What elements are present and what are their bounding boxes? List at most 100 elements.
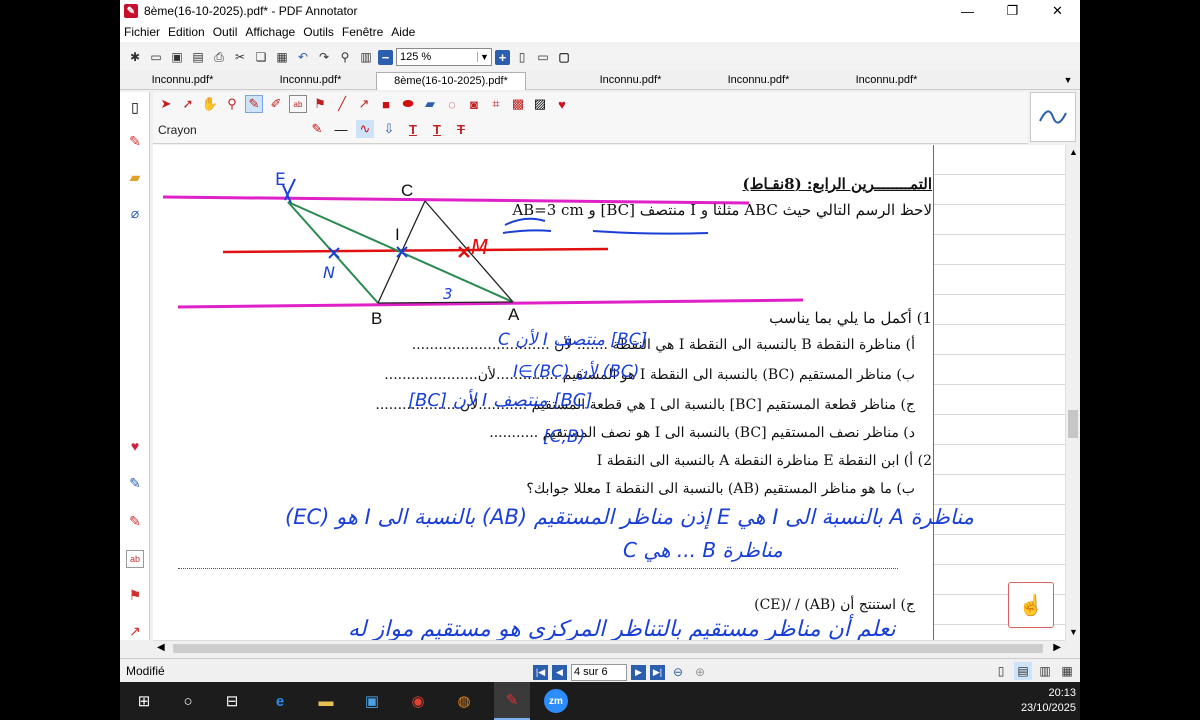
zoom-in-button[interactable]: +: [495, 49, 510, 65]
undo-icon[interactable]: ↶: [294, 48, 312, 66]
horizontal-scrollbar[interactable]: ◀ ▶: [153, 640, 1065, 656]
menu-outils[interactable]: Outils: [299, 25, 338, 39]
pen-tool-icon[interactable]: ✎: [126, 132, 144, 150]
pen-active-icon[interactable]: ✎: [245, 95, 263, 113]
forward-icon[interactable]: ⊕: [691, 663, 709, 681]
lasso-icon[interactable]: ◌: [443, 95, 461, 113]
text-box-icon[interactable]: ab: [126, 550, 144, 568]
close-button[interactable]: ✕: [1035, 0, 1080, 22]
touch-mode-hand-icon[interactable]: ☝: [1008, 582, 1054, 628]
next-page-button[interactable]: ▶: [631, 664, 646, 680]
rectangle-icon[interactable]: ■: [377, 95, 395, 113]
arrow-tool-icon[interactable]: ↗: [126, 622, 144, 640]
zoom-select[interactable]: 125 % ▼: [396, 48, 492, 66]
tab-inconnu-1[interactable]: Inconnu.pdf*: [120, 72, 245, 90]
select-arrow-icon[interactable]: ➤: [157, 95, 175, 113]
copy-icon[interactable]: ❏: [252, 48, 270, 66]
menu-fenetre[interactable]: Fenêtre: [338, 25, 387, 39]
scroll-thumb[interactable]: [1068, 410, 1078, 438]
first-page-button[interactable]: |◀: [533, 664, 548, 680]
file-explorer-icon[interactable]: ▬: [314, 689, 338, 713]
last-page-button[interactable]: ▶|: [650, 664, 665, 680]
task-view-icon[interactable]: ⊟: [220, 689, 244, 713]
find-icon[interactable]: ⚲: [336, 48, 354, 66]
hscroll-thumb[interactable]: [173, 644, 1043, 653]
menu-fichier[interactable]: Fichier: [120, 25, 164, 39]
tab-inconnu-3[interactable]: Inconnu.pdf*: [568, 72, 693, 90]
stamp-icon[interactable]: ⚑: [126, 586, 144, 604]
zoom-app-icon[interactable]: zm: [544, 689, 568, 713]
save-as-icon[interactable]: ▤: [189, 48, 207, 66]
pen-pressure-icon[interactable]: ⇩: [380, 120, 398, 138]
cut-icon[interactable]: ✂: [231, 48, 249, 66]
marker-icon[interactable]: ✎: [126, 512, 144, 530]
chrome-icon[interactable]: ◉: [406, 689, 430, 713]
two-page-view-icon[interactable]: ▥: [1036, 662, 1054, 680]
highlighter-icon[interactable]: ✐: [267, 95, 285, 113]
tab-8eme[interactable]: 8ème(16-10-2025).pdf*: [376, 72, 526, 90]
pen-color-icon[interactable]: ✎: [308, 120, 326, 138]
store-icon[interactable]: ▣: [360, 689, 384, 713]
pen-blue-icon[interactable]: ✎: [126, 474, 144, 492]
arrow-line-icon[interactable]: ↗: [355, 95, 373, 113]
fit-page-icon[interactable]: ▯: [513, 48, 531, 66]
scroll-up-icon[interactable]: ▲: [1069, 147, 1078, 157]
page-number-field[interactable]: 4 sur 6: [571, 663, 627, 681]
redo-icon[interactable]: ↷: [315, 48, 333, 66]
full-screen-icon[interactable]: ▢: [555, 48, 573, 66]
scroll-right-icon[interactable]: ▶: [1053, 642, 1061, 653]
back-icon[interactable]: ⊖: [669, 663, 687, 681]
new-icon[interactable]: ✱: [126, 48, 144, 66]
vertical-scrollbar[interactable]: ▲ ▼: [1065, 145, 1080, 640]
menu-outil[interactable]: Outil: [209, 25, 242, 39]
attachment-icon[interactable]: ⌀: [126, 204, 144, 222]
edge-browser-icon[interactable]: e: [268, 689, 292, 713]
system-clock[interactable]: 20:13 23/10/2025: [1021, 686, 1076, 716]
menu-aide[interactable]: Aide: [387, 25, 419, 39]
menu-affichage[interactable]: Affichage: [241, 25, 299, 39]
select-text-icon[interactable]: ➚: [179, 95, 197, 113]
eraser-icon[interactable]: ▰: [421, 95, 439, 113]
open-folder-icon[interactable]: ▭: [147, 48, 165, 66]
stamp-tool-icon[interactable]: ⚑: [311, 95, 329, 113]
scroll-down-icon[interactable]: ▼: [1069, 627, 1078, 637]
hand-icon[interactable]: ✋: [201, 95, 219, 113]
crop-icon[interactable]: ⌗: [487, 95, 505, 113]
minimize-button[interactable]: —: [945, 0, 990, 22]
add-image-icon[interactable]: ▨: [531, 95, 549, 113]
continuous-view-icon[interactable]: ▤: [1014, 662, 1032, 680]
page-panel-icon[interactable]: ▯: [126, 98, 144, 116]
scroll-left-icon[interactable]: ◀: [157, 642, 165, 653]
text-format-2-icon[interactable]: T: [428, 120, 446, 138]
search-circle-icon[interactable]: ○: [176, 689, 200, 713]
camera-icon[interactable]: ◙: [465, 95, 483, 113]
pen-smooth-icon[interactable]: ∿: [356, 120, 374, 138]
zoom-out-button[interactable]: −: [378, 49, 393, 65]
tab-list-dropdown[interactable]: ▼: [1060, 72, 1076, 90]
print-icon[interactable]: ⎙: [210, 48, 228, 66]
favorites-heart-icon[interactable]: ♥: [553, 95, 571, 113]
fit-width-icon[interactable]: ▭: [534, 48, 552, 66]
media-player-icon[interactable]: ◍: [452, 689, 476, 713]
heart-stamp-icon[interactable]: ♥: [126, 437, 144, 455]
text-format-3-icon[interactable]: T: [452, 120, 470, 138]
save-icon[interactable]: ▣: [168, 48, 186, 66]
grid-view-icon[interactable]: ▦: [1058, 662, 1076, 680]
paste-icon[interactable]: ▦: [273, 48, 291, 66]
single-page-view-icon[interactable]: ▯: [992, 662, 1010, 680]
line-tool-icon[interactable]: ╱: [333, 95, 351, 113]
textbox-tool-icon[interactable]: ab: [289, 95, 307, 113]
tab-inconnu-2[interactable]: Inconnu.pdf*: [248, 72, 373, 90]
text-format-1-icon[interactable]: T: [404, 120, 422, 138]
tab-inconnu-5[interactable]: Inconnu.pdf*: [824, 72, 949, 90]
tab-inconnu-4[interactable]: Inconnu.pdf*: [696, 72, 821, 90]
ellipse-icon[interactable]: ⬬: [399, 95, 417, 113]
pdf-annotator-taskbar-icon[interactable]: ✎: [494, 682, 530, 720]
prev-page-button[interactable]: ◀: [552, 664, 567, 680]
image-icon[interactable]: ▩: [509, 95, 527, 113]
maximize-button[interactable]: ❐: [990, 0, 1035, 22]
windows-start-icon[interactable]: ⊞: [132, 689, 156, 713]
document-page[interactable]: E C I M N 3 B A التمــــــــرين الرابع: …: [153, 145, 1065, 640]
note-icon[interactable]: ▰: [126, 168, 144, 186]
page-layout-icon[interactable]: ▥: [357, 48, 375, 66]
